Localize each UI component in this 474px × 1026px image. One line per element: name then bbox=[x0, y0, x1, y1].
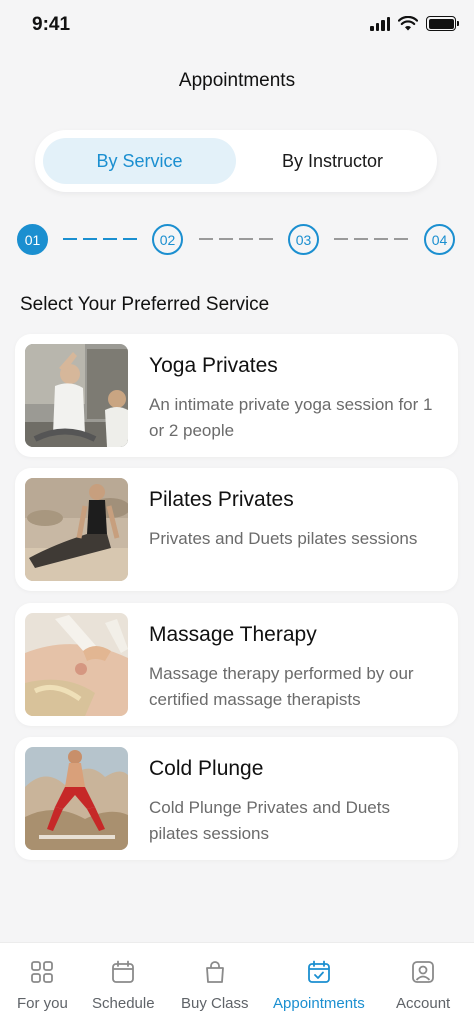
cold-plunge-photo bbox=[25, 747, 128, 850]
status-time: 9:41 bbox=[32, 14, 71, 35]
service-description: Massage therapy performed by our certifi… bbox=[149, 664, 414, 709]
by-instructor-tab[interactable]: By Instructor bbox=[236, 138, 429, 184]
massage-photo bbox=[25, 613, 128, 716]
cellular-signal-icon bbox=[370, 16, 390, 31]
tab-appointments[interactable]: Appointments bbox=[273, 959, 365, 1012]
status-icons bbox=[370, 16, 459, 31]
grid-icon bbox=[31, 961, 54, 983]
tab-label: For you bbox=[17, 995, 68, 1012]
tab-label: Schedule bbox=[92, 995, 155, 1012]
service-card-massage-therapy[interactable]: Massage Therapy Massage therapy performe… bbox=[15, 603, 458, 726]
status-bar: 9:41 bbox=[0, 0, 474, 50]
bottom-tab-bar: For you Schedule Buy Class Appointments bbox=[0, 942, 474, 1026]
service-title: Massage Therapy bbox=[149, 623, 317, 646]
tab-account[interactable]: Account bbox=[396, 959, 450, 1012]
step-1: 01 bbox=[17, 224, 48, 255]
view-mode-segmented-control: By Service By Instructor bbox=[35, 130, 437, 192]
tab-label: Account bbox=[396, 995, 451, 1012]
tab-for-you[interactable]: For you bbox=[17, 959, 68, 1012]
service-description: Cold Plunge Privates and Duets pilates s… bbox=[149, 798, 390, 843]
step-3: 03 bbox=[288, 224, 319, 255]
service-description: An intimate private yoga session for 1 o… bbox=[149, 395, 433, 440]
progress-stepper: 01 02 03 04 bbox=[17, 224, 457, 256]
step-connector-3 bbox=[334, 238, 408, 240]
step-connector-2 bbox=[199, 238, 273, 240]
service-card-yoga-privates[interactable]: Yoga Privates An intimate private yoga s… bbox=[15, 334, 458, 457]
wifi-icon bbox=[398, 16, 418, 31]
step-4: 04 bbox=[424, 224, 455, 255]
bag-icon bbox=[205, 961, 224, 983]
service-description: Privates and Duets pilates sessions bbox=[149, 529, 418, 548]
service-card-cold-plunge[interactable]: Cold Plunge Cold Plunge Privates and Due… bbox=[15, 737, 458, 860]
calendar-check-icon bbox=[307, 960, 330, 983]
yoga-photo bbox=[25, 344, 128, 447]
pilates-photo bbox=[25, 478, 128, 581]
service-card-pilates-privates[interactable]: Pilates Privates Privates and Duets pila… bbox=[15, 468, 458, 591]
tab-label: Appointments bbox=[273, 995, 365, 1012]
service-title: Cold Plunge bbox=[149, 757, 264, 780]
service-title: Yoga Privates bbox=[149, 354, 278, 377]
account-icon bbox=[412, 961, 434, 983]
page-title: Appointments bbox=[178, 70, 296, 91]
tab-schedule[interactable]: Schedule bbox=[92, 959, 155, 1012]
calendar-icon bbox=[112, 960, 135, 983]
section-heading: Select Your Preferred Service bbox=[20, 294, 270, 315]
by-service-tab[interactable]: By Service bbox=[43, 138, 236, 184]
tab-label: Buy Class bbox=[181, 995, 249, 1012]
tab-buy-class[interactable]: Buy Class bbox=[181, 959, 249, 1012]
battery-icon bbox=[426, 16, 459, 31]
service-title: Pilates Privates bbox=[149, 488, 294, 511]
step-2: 02 bbox=[152, 224, 183, 255]
step-connector-1 bbox=[63, 238, 137, 240]
